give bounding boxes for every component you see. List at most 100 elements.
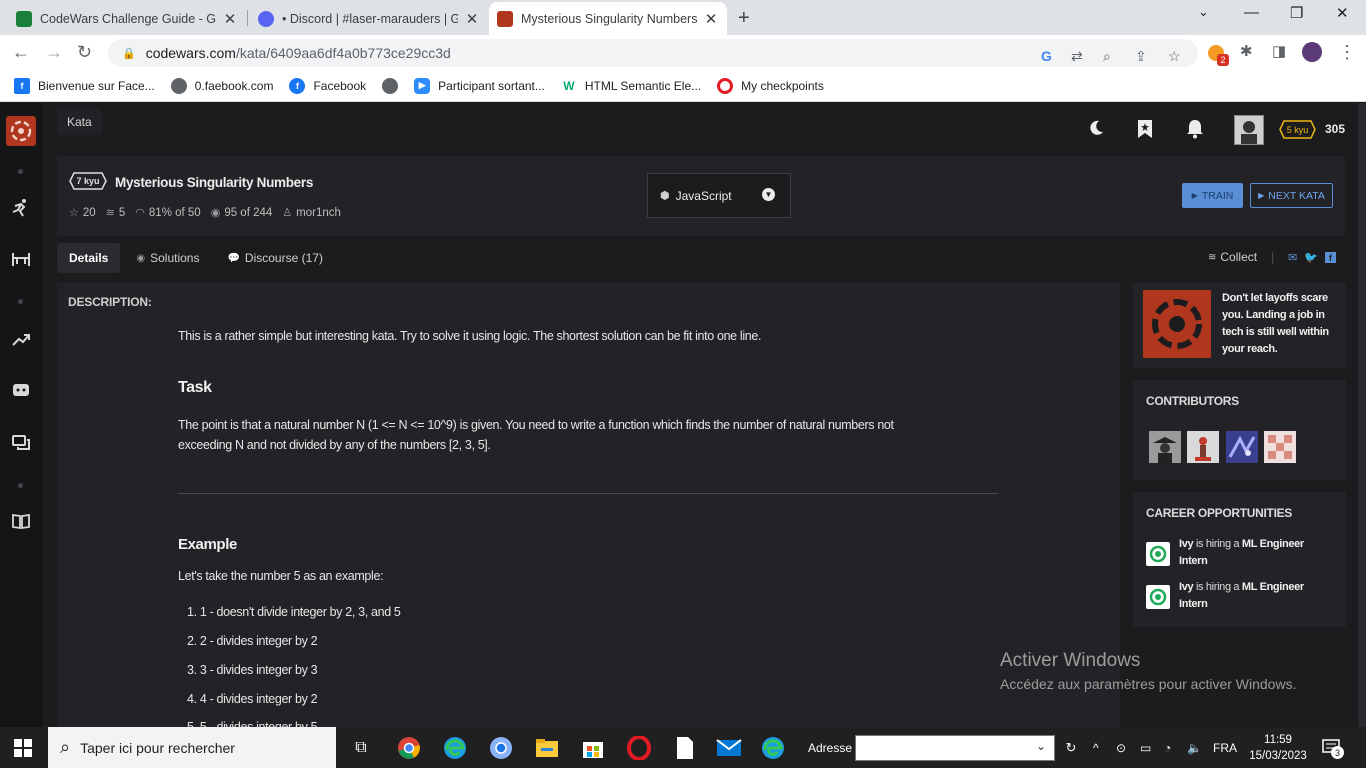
practice-icon[interactable] <box>11 198 31 218</box>
tab-title: CodeWars Challenge Guide - Go <box>40 11 216 26</box>
close-window-button[interactable]: ✕ <box>1336 4 1349 22</box>
bookmark-item[interactable]: My checkpoints <box>717 77 824 94</box>
system-clock[interactable]: 11:59 15/03/2023 <box>1246 732 1310 764</box>
close-icon[interactable]: ✕ <box>703 10 719 28</box>
discord-icon[interactable] <box>11 380 31 400</box>
javascript-icon: ⬢ <box>660 190 670 202</box>
dark-mode-moon-icon[interactable] <box>1087 119 1105 137</box>
edge-icon[interactable] <box>760 735 786 761</box>
meet-now-icon[interactable]: ⊙ <box>1116 741 1126 755</box>
share-icon[interactable]: ⇪ <box>1135 48 1147 65</box>
edge-icon[interactable] <box>442 735 468 761</box>
microsoft-store-icon[interactable] <box>580 735 606 761</box>
reload-button[interactable]: ↻ <box>77 42 92 63</box>
tab-codewars-guide[interactable]: CodeWars Challenge Guide - Go ✕ <box>8 2 246 35</box>
profile-avatar[interactable] <box>1302 42 1322 62</box>
chromium-icon[interactable] <box>488 735 514 761</box>
tab-discourse[interactable]: 💬 Discourse (17) <box>215 243 334 273</box>
tab-label: Solutions <box>150 251 200 265</box>
collect-button[interactable]: ≋ Collect | <box>1208 250 1274 264</box>
contributor-avatar[interactable] <box>1187 431 1219 463</box>
tab-details[interactable]: Details <box>57 243 121 273</box>
notepad-icon[interactable] <box>672 735 698 761</box>
next-kata-button[interactable]: ▶ NEXT KATA <box>1250 183 1333 208</box>
opera-icon[interactable] <box>626 735 652 761</box>
discuss-icon[interactable] <box>11 433 31 453</box>
bookmark-item[interactable]: f Facebook <box>289 77 366 94</box>
list-item: 2. 2 - divides integer by 2 <box>187 634 318 648</box>
bookmark-item[interactable]: f Bienvenue sur Face... <box>14 77 155 94</box>
battery-icon[interactable]: ▭ <box>1140 741 1151 755</box>
windows-start-icon[interactable] <box>14 739 32 757</box>
contributors-title: CONTRIBUTORS <box>1146 394 1239 408</box>
leaderboard-icon[interactable] <box>11 330 31 350</box>
bookmark-item[interactable]: ▶ Participant sortant... <box>414 77 545 94</box>
google-lens-icon[interactable]: G <box>1041 48 1052 64</box>
volume-icon[interactable]: 🔈 <box>1187 741 1202 755</box>
twitter-icon[interactable]: 🐦 <box>1304 251 1318 264</box>
address-go-button[interactable]: ↻ <box>1058 735 1084 761</box>
back-button[interactable]: ← <box>12 42 30 63</box>
stars-stat[interactable]: ☆ 20 <box>69 206 96 220</box>
user-avatar[interactable] <box>1234 115 1264 145</box>
job-listing[interactable]: Ivy is hiring a ML Engineer Intern <box>1146 579 1319 613</box>
address-toolbar-input[interactable]: ⌄ <box>855 735 1055 761</box>
facebook-icon[interactable]: f <box>1324 252 1336 263</box>
chevron-down-icon[interactable]: ⌄ <box>1198 4 1209 20</box>
chevron-down-icon[interactable]: ⌄ <box>1036 739 1046 753</box>
wifi-icon[interactable]: ◔ <box>1164 741 1171 755</box>
author-name: mor1nch <box>296 206 341 219</box>
w3schools-icon: W <box>563 78 575 93</box>
job-listing[interactable]: Ivy is hiring a ML Engineer Intern <box>1146 536 1319 570</box>
close-icon[interactable]: ✕ <box>464 10 480 28</box>
page-scrollbar[interactable] <box>1358 103 1366 727</box>
address-bar[interactable]: 🔒 codewars.com/kata/6409aa6df4a0b773ce29… <box>108 39 1198 67</box>
maximize-button[interactable]: ❐ <box>1290 4 1303 22</box>
task-text-line-1: The point is that a natural number N (1 … <box>178 418 894 432</box>
zoom-icon: ▶ <box>414 77 431 94</box>
close-icon[interactable]: ✕ <box>222 10 238 28</box>
minimize-button[interactable]: — <box>1244 4 1259 21</box>
collections-count: 5 <box>118 206 126 219</box>
docs-book-icon[interactable] <box>11 511 31 531</box>
compete-icon[interactable] <box>11 249 31 269</box>
bookmark-item[interactable] <box>382 77 399 94</box>
notifications-bell-icon[interactable] <box>1186 119 1204 139</box>
clock-date: 15/03/2023 <box>1249 750 1307 762</box>
advertisement[interactable]: Don't let layoffs scare you. Landing a j… <box>1133 283 1346 368</box>
task-view-icon[interactable]: ⧉ <box>348 735 374 761</box>
mail-icon[interactable] <box>716 735 742 761</box>
bookmark-star-icon[interactable]: ☆ <box>1168 48 1181 65</box>
tab-codewars-kata[interactable]: Mysterious Singularity Numbers | ✕ <box>489 2 727 35</box>
bookmark-item[interactable]: W HTML Semantic Ele... <box>561 78 701 94</box>
contributor-avatar[interactable] <box>1264 431 1296 463</box>
tab-discord[interactable]: • Discord | #laser-marauders | GM ✕ <box>250 2 488 35</box>
section-pill[interactable]: Kata <box>57 109 102 135</box>
puzzle-icon[interactable]: ✱ <box>1240 42 1253 60</box>
codewars-logo[interactable] <box>6 116 36 146</box>
bookmark-item[interactable]: 0.faebook.com <box>170 77 273 94</box>
author-stat[interactable]: ♙ mor1nch <box>282 206 341 220</box>
url-path: /kata/6409aa6df4a0b773ce29cc3d <box>235 45 451 61</box>
show-hidden-icons-chevron-icon[interactable]: ^ <box>1093 741 1099 755</box>
contributor-avatar[interactable] <box>1226 431 1258 463</box>
sidebar-icon[interactable]: ◨ <box>1272 42 1286 60</box>
zoom-icon[interactable]: ⌕ <box>1103 48 1111 65</box>
menu-icon[interactable]: ⋮ <box>1338 42 1356 63</box>
chrome-icon[interactable] <box>396 735 422 761</box>
new-tab-button[interactable]: + <box>738 7 750 30</box>
translate-icon[interactable]: ⇄ <box>1071 48 1083 65</box>
taskbar-search[interactable]: ⌕ Taper ici pour rechercher <box>48 727 336 768</box>
file-explorer-icon[interactable] <box>534 735 560 761</box>
forward-button[interactable]: → <box>45 42 63 63</box>
email-icon[interactable]: ✉ <box>1288 251 1297 264</box>
train-button[interactable]: ▶ TRAIN <box>1182 183 1243 208</box>
input-language[interactable]: FRA <box>1213 741 1237 755</box>
notification-center-icon[interactable]: 3 <box>1322 739 1344 759</box>
kata-rank-badge: 7 kyu <box>69 172 107 190</box>
tab-solutions[interactable]: ◉ Solutions <box>124 243 211 273</box>
notification-count: 3 <box>1331 746 1344 759</box>
language-select[interactable]: ⬢ JavaScript ▼ <box>647 173 791 218</box>
bookmark-star-icon[interactable] <box>1137 119 1153 139</box>
contributor-avatar[interactable] <box>1149 431 1181 463</box>
